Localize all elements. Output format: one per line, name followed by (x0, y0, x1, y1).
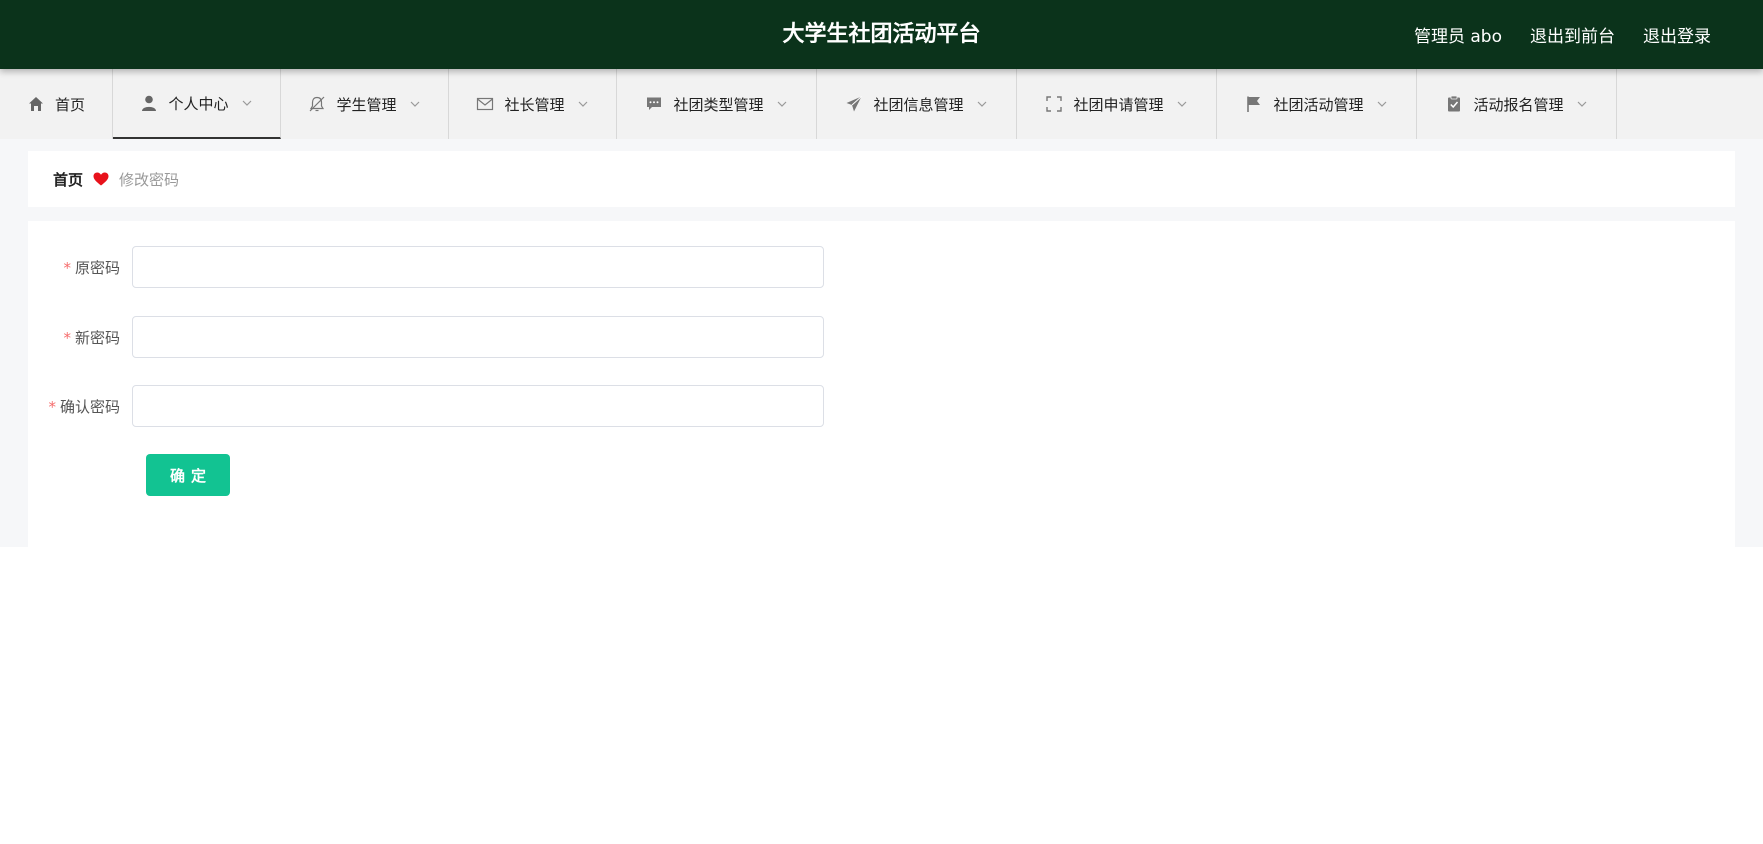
old-password-row: * 原密码 (28, 246, 824, 288)
chevron-down-icon (409, 98, 421, 110)
nav-item-home[interactable]: 首页 (0, 69, 113, 139)
nav-item-label: 社团类型管理 (673, 95, 764, 114)
confirm-password-input[interactable] (132, 385, 824, 427)
nav-item-club-info-management[interactable]: 社团信息管理 (817, 69, 1017, 139)
confirm-password-label: * 确认密码 (48, 397, 120, 416)
chevron-down-icon (241, 97, 253, 109)
header-actions: 管理员 abo 退出到前台 退出登录 (1414, 0, 1711, 69)
user-icon (140, 94, 158, 112)
nav-item-student-management[interactable]: 学生管理 (281, 69, 449, 139)
nav-item-president-management[interactable]: 社长管理 (449, 69, 617, 139)
old-password-label: * 原密码 (63, 258, 120, 277)
flag-icon (1245, 95, 1263, 113)
new-password-row: * 新密码 (28, 316, 824, 358)
home-icon (27, 95, 45, 113)
nav-item-personal-center[interactable]: 个人中心 (113, 69, 281, 139)
breadcrumb-home[interactable]: 首页 (53, 169, 83, 190)
current-user-label: 管理员 abo (1413, 27, 1502, 47)
nav-item-label: 社团信息管理 (873, 95, 964, 114)
required-mark: * (63, 328, 71, 347)
new-password-label: * 新密码 (63, 328, 120, 347)
chevron-down-icon (1176, 98, 1188, 110)
old-password-input[interactable] (132, 246, 824, 288)
send-icon (845, 95, 863, 113)
nav-item-club-application-management[interactable]: 社团申请管理 (1017, 69, 1217, 139)
top-header: 大学生社团活动平台 管理员 abo 退出到前台 退出登录 (0, 0, 1763, 69)
chevron-down-icon (577, 98, 589, 110)
bell-off-icon (308, 95, 326, 113)
confirm-button[interactable]: 确定 (146, 454, 230, 496)
chevron-down-icon (976, 98, 988, 110)
chevron-down-icon (1576, 98, 1588, 110)
change-password-form: * 原密码 * 新密码 * 确认密码 确定 (28, 221, 1735, 547)
exit-to-front-link[interactable]: 退出到前台 (1530, 22, 1615, 47)
nav-item-label: 学生管理 (336, 95, 397, 114)
nav-item-label: 社团活动管理 (1273, 95, 1364, 114)
nav-item-label: 个人中心 (168, 94, 229, 113)
chevron-down-icon (1376, 98, 1388, 110)
fullscreen-icon (1045, 95, 1063, 113)
chat-icon (645, 95, 663, 113)
required-mark: * (63, 258, 71, 277)
nav-item-club-type-management[interactable]: 社团类型管理 (617, 69, 817, 139)
nav-item-activity-registration-management[interactable]: 活动报名管理 (1417, 69, 1617, 139)
breadcrumb: 首页 修改密码 (28, 151, 1735, 207)
clipboard-check-icon (1445, 95, 1463, 113)
nav-item-label: 社团申请管理 (1073, 95, 1164, 114)
chevron-down-icon (776, 98, 788, 110)
nav-item-label: 首页 (54, 95, 85, 114)
main-nav: 首页 个人中心 学生管理 社长管理 社团类型管理 社团信息管理 社团申请管理 社… (0, 69, 1763, 139)
required-mark: * (48, 397, 56, 416)
envelope-icon (476, 95, 494, 113)
new-password-input[interactable] (132, 316, 824, 358)
logout-link[interactable]: 退出登录 (1643, 22, 1711, 47)
nav-item-label: 社长管理 (504, 95, 565, 114)
breadcrumb-current: 修改密码 (119, 170, 180, 189)
confirm-password-row: * 确认密码 (28, 385, 824, 427)
heart-icon (93, 172, 109, 186)
nav-item-label: 活动报名管理 (1473, 95, 1564, 114)
nav-item-club-activity-management[interactable]: 社团活动管理 (1217, 69, 1417, 139)
